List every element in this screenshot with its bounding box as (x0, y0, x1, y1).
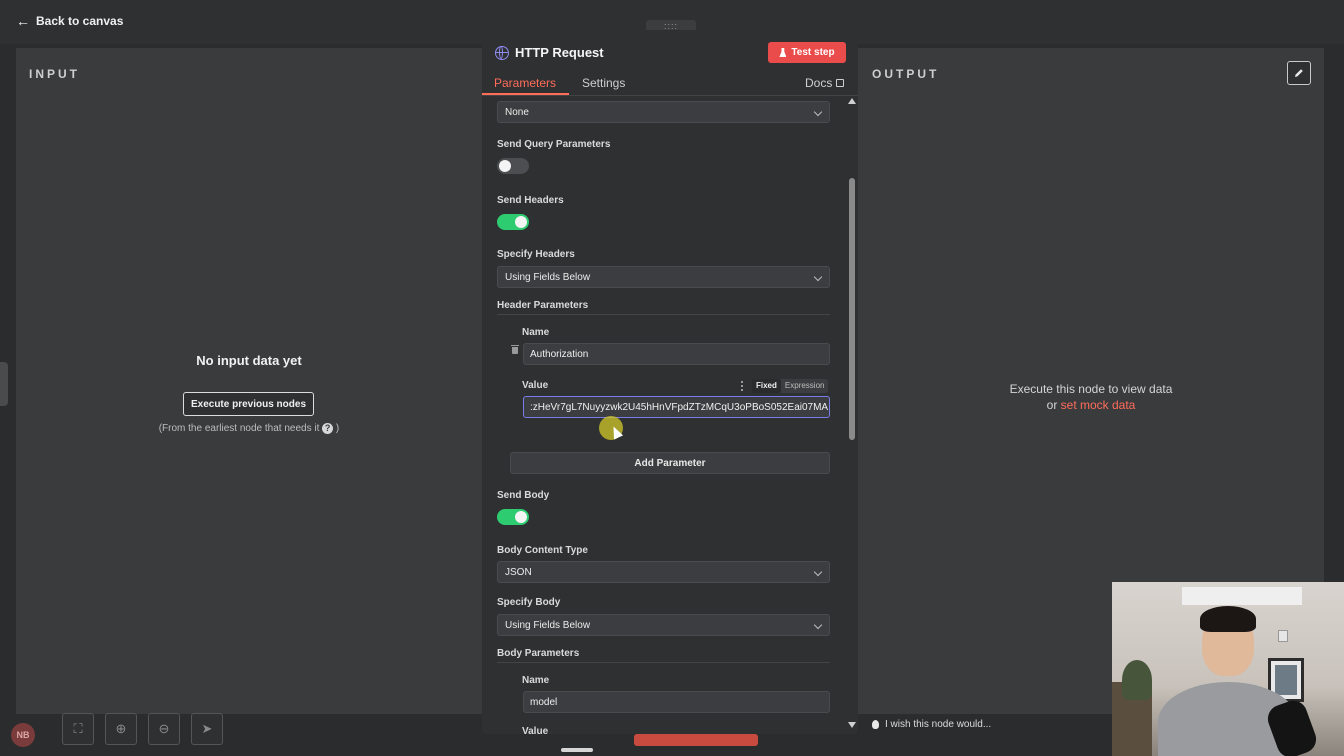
zoom-in-icon: ⊕ (115, 721, 127, 736)
docs-link[interactable]: Docs (805, 76, 845, 90)
body-content-type-value: JSON (505, 566, 532, 578)
kebab-icon[interactable] (741, 381, 743, 391)
output-pane-title: OUTPUT (872, 67, 940, 81)
user-avatar[interactable]: NB (11, 723, 35, 747)
specify-body-select[interactable]: Using Fields Below (497, 614, 830, 636)
tidy-up-button[interactable]: ➤ (191, 713, 223, 745)
scroll-down-icon[interactable] (848, 722, 856, 728)
send-body-toggle[interactable] (497, 509, 529, 525)
test-step-label: Test step (791, 47, 835, 58)
webcam-plant (1122, 660, 1152, 700)
zoom-out-button[interactable]: ⊖ (148, 713, 180, 745)
toggle-knob (499, 160, 511, 172)
toggle-knob (515, 216, 527, 228)
tab-settings[interactable]: Settings (582, 76, 625, 90)
authentication-select[interactable]: None (497, 101, 830, 123)
chevron-down-icon (813, 107, 823, 117)
flask-icon (779, 48, 787, 57)
globe-icon (495, 45, 509, 60)
specify-headers-value: Using Fields Below (505, 271, 591, 283)
node-title-text[interactable]: HTTP Request (515, 45, 604, 60)
header-name-input[interactable]: Authorization (523, 343, 830, 365)
pointer-icon: ➤ (201, 721, 213, 736)
scroll-thumb[interactable] (849, 178, 855, 440)
specify-headers-label: Specify Headers (497, 249, 575, 260)
value-mode-expression[interactable]: Expression (781, 379, 829, 393)
set-mock-data-link[interactable]: set mock data (1061, 398, 1136, 412)
or-text: or (1046, 398, 1058, 412)
send-headers-toggle[interactable] (497, 214, 529, 230)
send-query-toggle[interactable] (497, 158, 529, 174)
feedback-prompt-text: I wish this node would... (885, 719, 992, 730)
value-mode-toggle[interactable]: Fixed Expression (752, 379, 829, 393)
edit-output-button[interactable] (1287, 61, 1311, 85)
pencil-icon (1295, 69, 1303, 77)
question-icon[interactable]: ? (322, 423, 334, 434)
tab-parameters[interactable]: Parameters (494, 76, 556, 90)
execute-node-text: Execute this node to view data (1009, 382, 1173, 396)
earliest-node-hint-end: ) (335, 423, 340, 435)
header-name-label: Name (522, 327, 550, 338)
add-parameter-button[interactable]: Add Parameter (510, 452, 830, 474)
side-collapse-tab[interactable] (0, 362, 8, 406)
specify-body-label: Specify Body (497, 597, 561, 608)
value-mode-fixed[interactable]: Fixed (752, 379, 781, 393)
body-content-type-label: Body Content Type (497, 545, 588, 556)
http-request-panel: HTTP Request Test step Parameters Settin… (482, 30, 858, 734)
webcam-overlay (1112, 582, 1344, 756)
send-headers-label: Send Headers (497, 195, 564, 206)
body-name-label: Name (522, 675, 550, 686)
no-input-message: No input data yet (196, 353, 302, 368)
back-to-canvas-link[interactable]: ← Back to canvas (16, 13, 123, 29)
specify-headers-select[interactable]: Using Fields Below (497, 266, 830, 288)
node-tabs: Parameters Settings Docs (482, 74, 858, 96)
chevron-down-icon (813, 272, 823, 282)
docs-label: Docs (805, 76, 833, 90)
bulb-icon (872, 720, 879, 729)
header-parameters-label: Header Parameters (497, 300, 589, 311)
back-to-canvas-label: Back to canvas (36, 14, 124, 28)
header-params-divider (497, 314, 830, 315)
body-value-label: Value (522, 726, 549, 734)
test-step-button[interactable]: Test step (768, 42, 846, 63)
authentication-select-value: None (505, 106, 529, 118)
send-query-label: Send Query Parameters (497, 139, 611, 150)
bottom-resize-handle[interactable] (561, 748, 593, 752)
chevron-down-icon (813, 620, 823, 630)
input-pane: INPUT No input data yet Execute previous… (16, 48, 482, 714)
zoom-in-button[interactable]: ⊕ (105, 713, 137, 745)
webcam-wall-item (1278, 630, 1288, 642)
webcam-person-hair (1200, 606, 1256, 632)
specify-body-value: Using Fields Below (505, 619, 591, 631)
body-params-divider (497, 662, 830, 663)
input-pane-title: INPUT (29, 67, 80, 81)
node-title: HTTP Request (495, 45, 604, 60)
webcam-window (1182, 587, 1302, 605)
bottom-action-bar[interactable] (634, 734, 758, 746)
header-value-input[interactable]: :zHeVr7gL7Nuyyzwk2U45hHnVFpdZTzMCqU3oPBo… (523, 396, 830, 418)
header-value-label: Value (522, 380, 549, 391)
earliest-node-hint-text: (From the earliest node that needs it (158, 423, 320, 435)
node-header: HTTP Request Test step Parameters Settin… (482, 30, 858, 96)
execute-previous-nodes-button[interactable]: Execute previous nodes (183, 392, 314, 416)
zoom-out-icon: ⊖ (158, 721, 170, 736)
feedback-prompt[interactable]: I wish this node would... (872, 719, 991, 730)
body-content-type-select[interactable]: JSON (497, 561, 830, 583)
active-tab-indicator (482, 93, 569, 95)
fit-view-button[interactable]: ⛶ (62, 713, 94, 745)
send-body-label: Send Body (497, 490, 550, 501)
parameters-scroll-area[interactable]: None Send Query Parameters Send Headers … (482, 96, 858, 734)
body-parameters-label: Body Parameters (497, 648, 580, 659)
execute-node-message: Execute this node to view data or set mo… (858, 381, 1324, 413)
toggle-knob (515, 511, 527, 523)
trash-icon[interactable] (511, 345, 519, 354)
earliest-node-hint: (From the earliest node that needs it ? … (16, 423, 482, 434)
body-name-input[interactable]: model (523, 691, 830, 713)
external-link-icon (836, 79, 845, 87)
arrow-left-icon: ← (16, 13, 30, 29)
panel-scrollbar[interactable] (848, 96, 856, 734)
scroll-up-icon[interactable] (848, 98, 856, 104)
fit-view-icon: ⛶ (73, 721, 83, 736)
chevron-down-icon (813, 567, 823, 577)
